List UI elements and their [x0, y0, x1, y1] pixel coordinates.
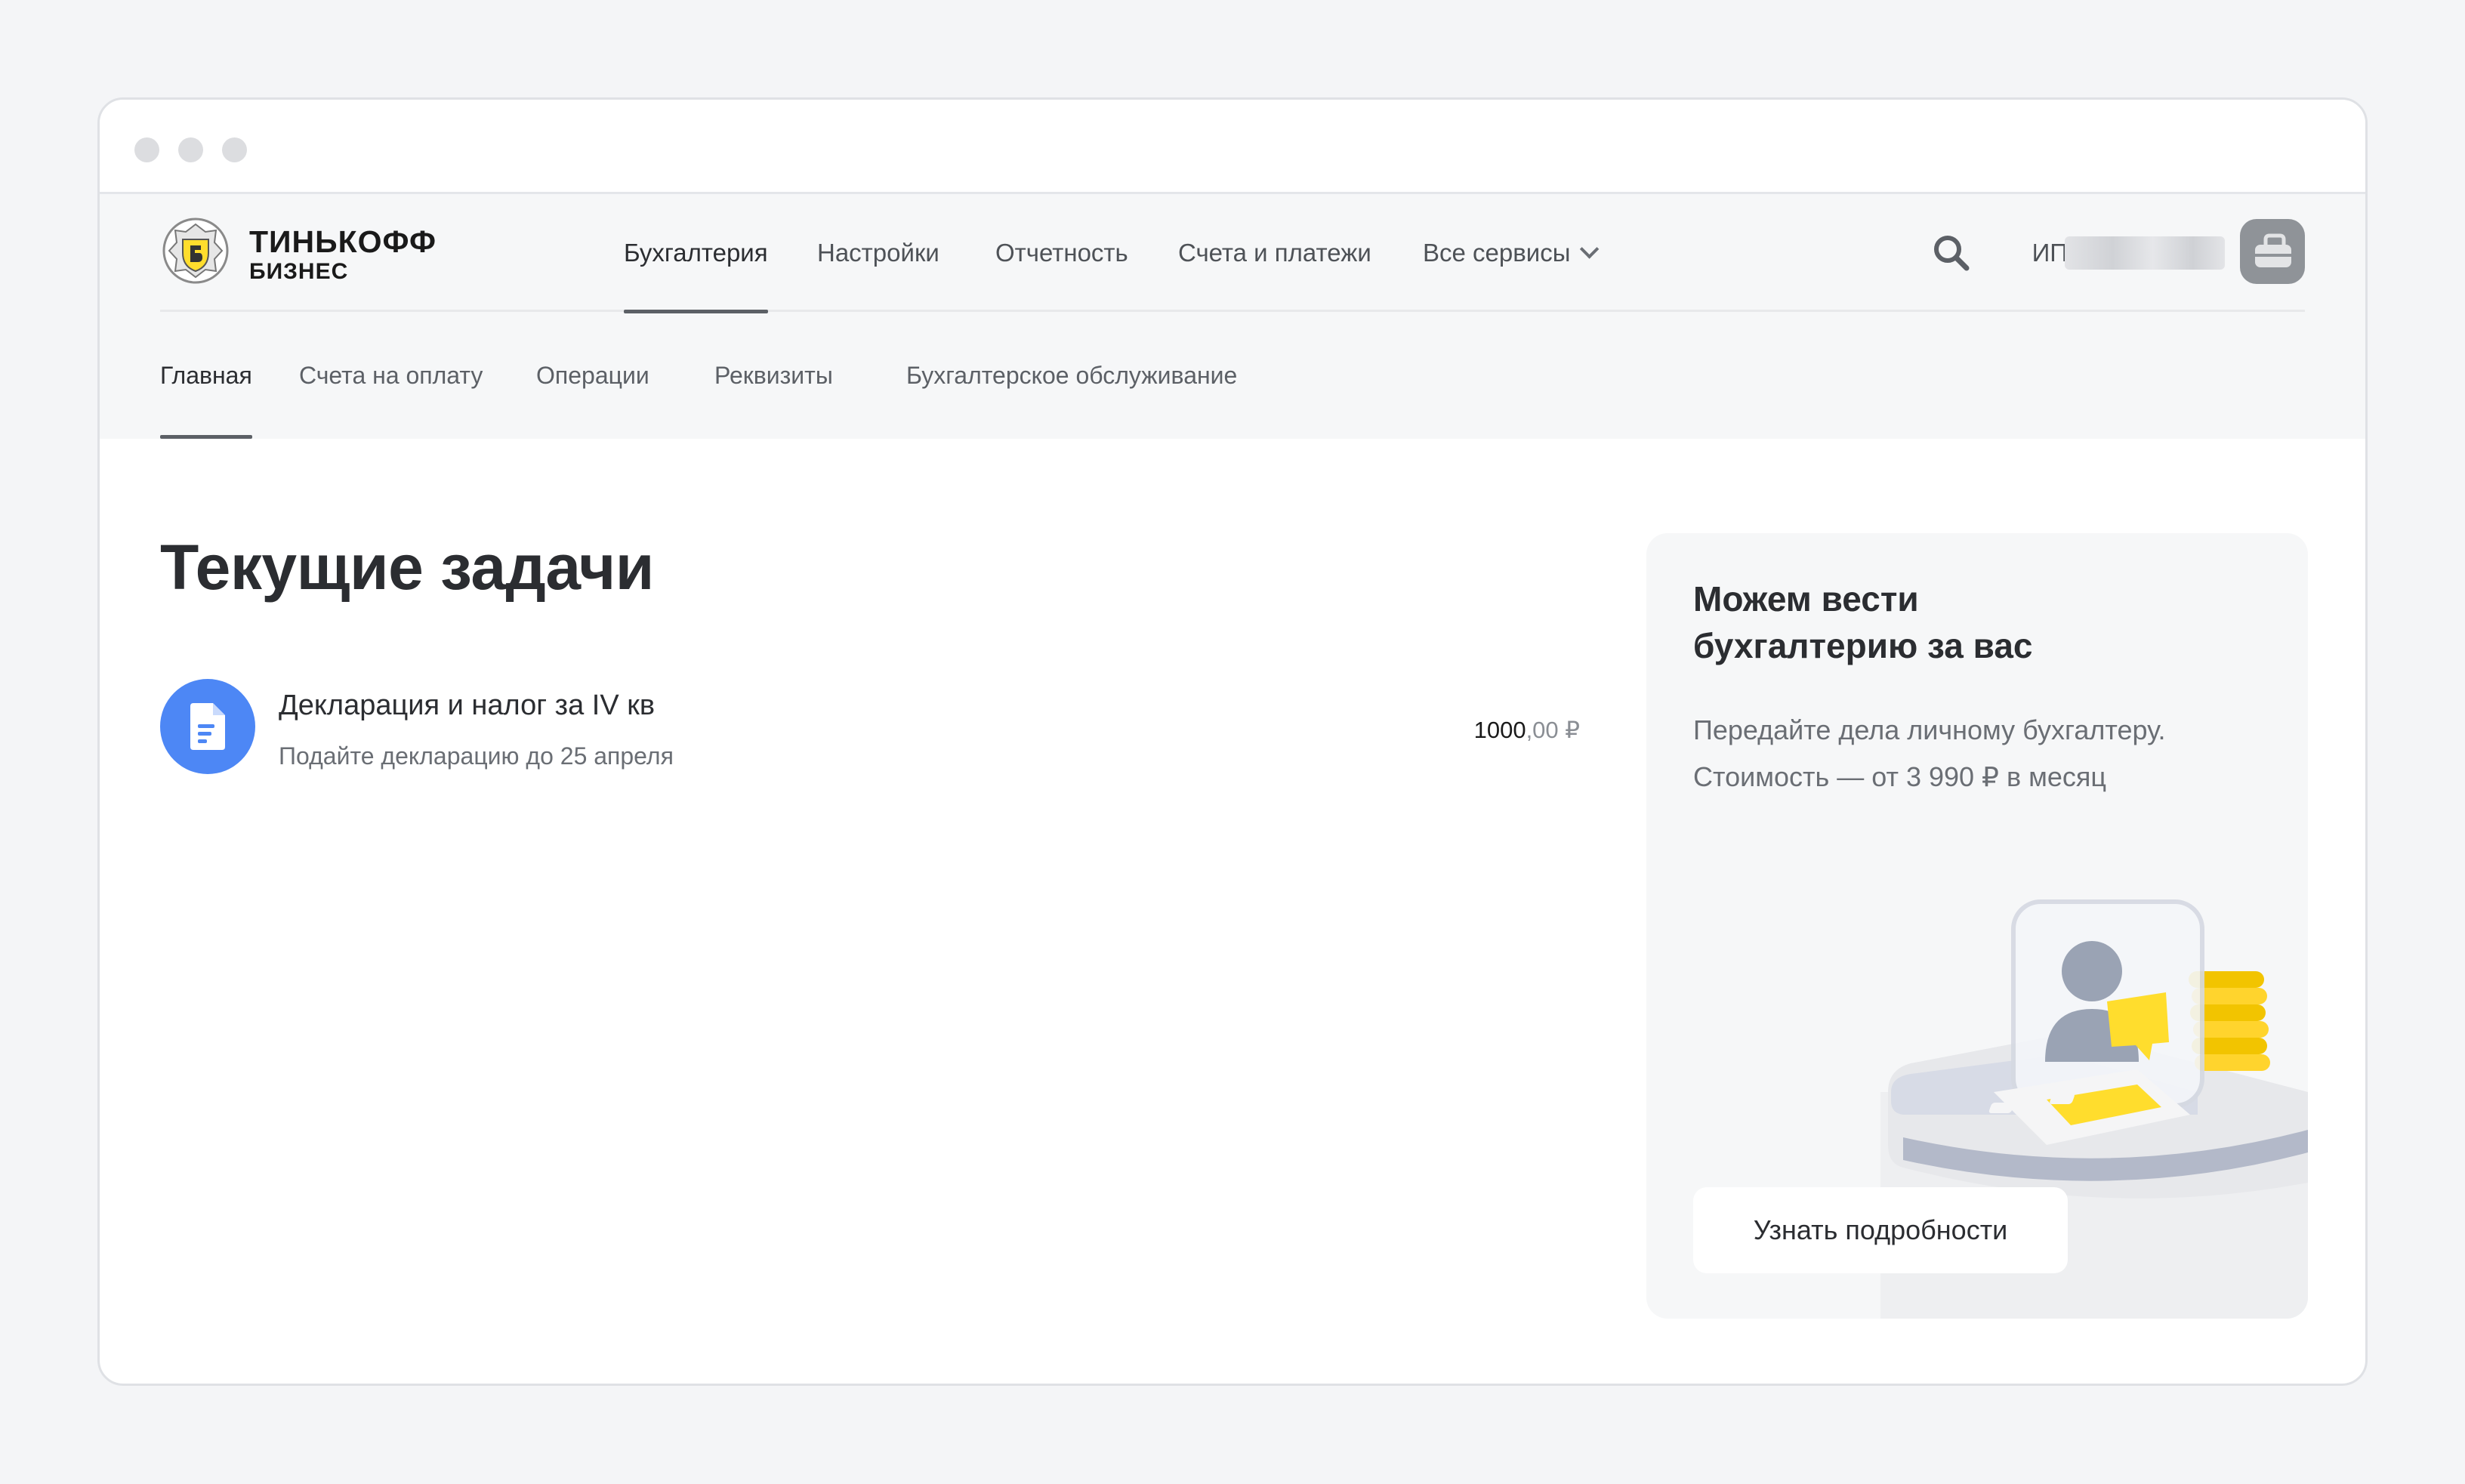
logo-subtitle: БИЗНЕС	[249, 259, 349, 284]
learn-more-button[interactable]: Узнать подробности	[1693, 1187, 2068, 1273]
nav-all-services[interactable]: Все сервисы	[1423, 194, 1600, 312]
promo-title: Можем вести бухгалтерию за вас	[1693, 579, 2033, 665]
brand-logo[interactable]: ТИНЬКОФФ БИЗНЕС	[160, 214, 462, 289]
top-navigation: ТИНЬКОФФ БИЗНЕС Бухгалтерия Настройки От…	[160, 194, 2305, 313]
avatar[interactable]	[2240, 219, 2305, 284]
nav-settings[interactable]: Настройки	[817, 194, 939, 312]
browser-window: ТИНЬКОФФ БИЗНЕС Бухгалтерия Настройки От…	[97, 97, 2368, 1386]
promo-text: Передайте дела личному бухгалтеру. Стоим…	[1693, 714, 2166, 792]
window-close-dot[interactable]	[134, 137, 159, 162]
brand-emblem-icon	[162, 218, 229, 284]
window-maximize-dot[interactable]	[222, 137, 247, 162]
briefcase-icon	[2255, 233, 2291, 267]
nav-all-services-label: Все сервисы	[1423, 239, 1571, 267]
tab-home[interactable]: Главная	[160, 312, 252, 439]
chevron-down-icon	[1580, 239, 1600, 259]
nav-accounts-payments[interactable]: Счета и платежи	[1178, 194, 1371, 312]
promo-card: Можем вести бухгалтерию за вас Передайте…	[1646, 533, 2308, 1319]
task-amount-fraction: ,00 ₽	[1526, 717, 1580, 743]
window-titlebar	[100, 100, 2365, 194]
nav-accounting[interactable]: Бухгалтерия	[624, 194, 768, 313]
logo-title: ТИНЬКОФФ	[249, 224, 437, 259]
tab-operations[interactable]: Операции	[536, 312, 649, 439]
user-name-redacted[interactable]	[2065, 236, 2225, 270]
task-icon-circle	[160, 679, 255, 774]
user-name-prefix[interactable]: ИП	[2032, 194, 2068, 312]
sub-navigation: Главная Счета на оплату Операции Реквизи…	[160, 312, 2305, 439]
tab-requisites[interactable]: Реквизиты	[714, 312, 833, 439]
window-minimize-dot[interactable]	[178, 137, 203, 162]
task-amount: 1000,00 ₽	[1474, 717, 1580, 744]
task-title: Декларация и налог за IV кв	[279, 690, 656, 721]
app-header: ТИНЬКОФФ БИЗНЕС Бухгалтерия Настройки От…	[100, 194, 2365, 439]
page-title: Текущие задачи	[160, 532, 654, 603]
task-subtitle: Подайте декларацию до 25 апреля	[279, 742, 674, 770]
nav-reporting[interactable]: Отчетность	[995, 194, 1128, 312]
tab-accounting-service[interactable]: Бухгалтерское обслуживание	[906, 312, 1237, 439]
main-content: Текущие задачи Декларация и налог за IV …	[100, 439, 2365, 1319]
search-icon[interactable]	[1930, 232, 1973, 274]
task-amount-int: 1000	[1473, 717, 1526, 743]
document-icon	[190, 703, 225, 750]
tab-invoices[interactable]: Счета на оплату	[299, 312, 483, 439]
task-item[interactable]: Декларация и налог за IV кв Подайте декл…	[160, 679, 1580, 777]
